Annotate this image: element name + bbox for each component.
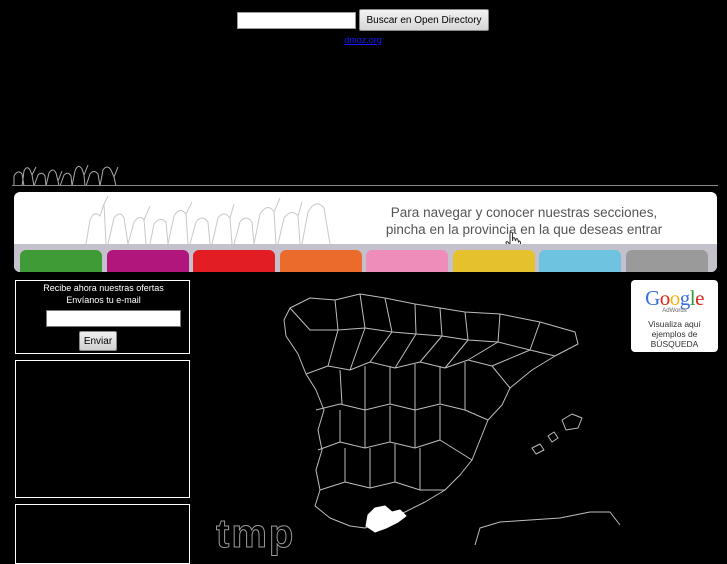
- tmp-watermark-text: tmp: [215, 512, 296, 557]
- province-tab[interactable]: [539, 250, 621, 272]
- province-tab[interactable]: [193, 250, 275, 272]
- adwords-text: Visualiza aquí ejemplos de BÚSQUEDA: [633, 319, 716, 349]
- province-tab[interactable]: [625, 250, 708, 272]
- crowd-logo: [13, 164, 119, 187]
- balearic-islands: [561, 413, 583, 431]
- adwords-line-3: BÚSQUEDA: [650, 339, 699, 349]
- banner-line-2: pincha en la provincia en la que deseas …: [385, 222, 663, 237]
- email-field[interactable]: [46, 310, 181, 327]
- adwords-line-1: Visualiza aquí: [648, 319, 701, 329]
- banner-line-1: Para navegar y conocer nuestras seccione…: [390, 205, 658, 220]
- search-open-directory-button[interactable]: Buscar en Open Directory: [359, 9, 489, 31]
- ad-box: [15, 504, 190, 564]
- search-input[interactable]: [237, 12, 356, 29]
- province-tab[interactable]: [452, 250, 535, 272]
- banner-crowd-illustration: [85, 195, 331, 244]
- adwords-label: AdWords: [662, 308, 687, 314]
- dmoz-link[interactable]: dmoz.org: [330, 35, 396, 45]
- google-adwords-badge[interactable]: Google AdWords Visualiza aquí ejemplos d…: [631, 280, 718, 352]
- province-tab[interactable]: [366, 250, 448, 272]
- peninsula-outline: [283, 293, 579, 529]
- header-divider: [12, 185, 718, 186]
- province-tab[interactable]: [20, 250, 102, 272]
- spain-provinces-map[interactable]: [210, 270, 630, 545]
- province-tab[interactable]: [106, 250, 189, 272]
- newsletter-subtitle: Envíanos tu e-mail: [66, 295, 141, 305]
- ad-box: [15, 360, 190, 498]
- send-button[interactable]: Enviar: [79, 331, 117, 351]
- newsletter-box: Recibe ahora nuestras ofertas Envíanos t…: [15, 280, 190, 354]
- banner-instruction-text: Para navegar y conocer nuestras seccione…: [364, 204, 684, 238]
- adwords-line-2: ejemplos de: [651, 329, 698, 339]
- province-tab[interactable]: [279, 250, 362, 272]
- newsletter-title: Recibe ahora nuestras ofertas: [43, 283, 164, 293]
- navigation-banner: Para navegar y conocer nuestras seccione…: [14, 192, 717, 272]
